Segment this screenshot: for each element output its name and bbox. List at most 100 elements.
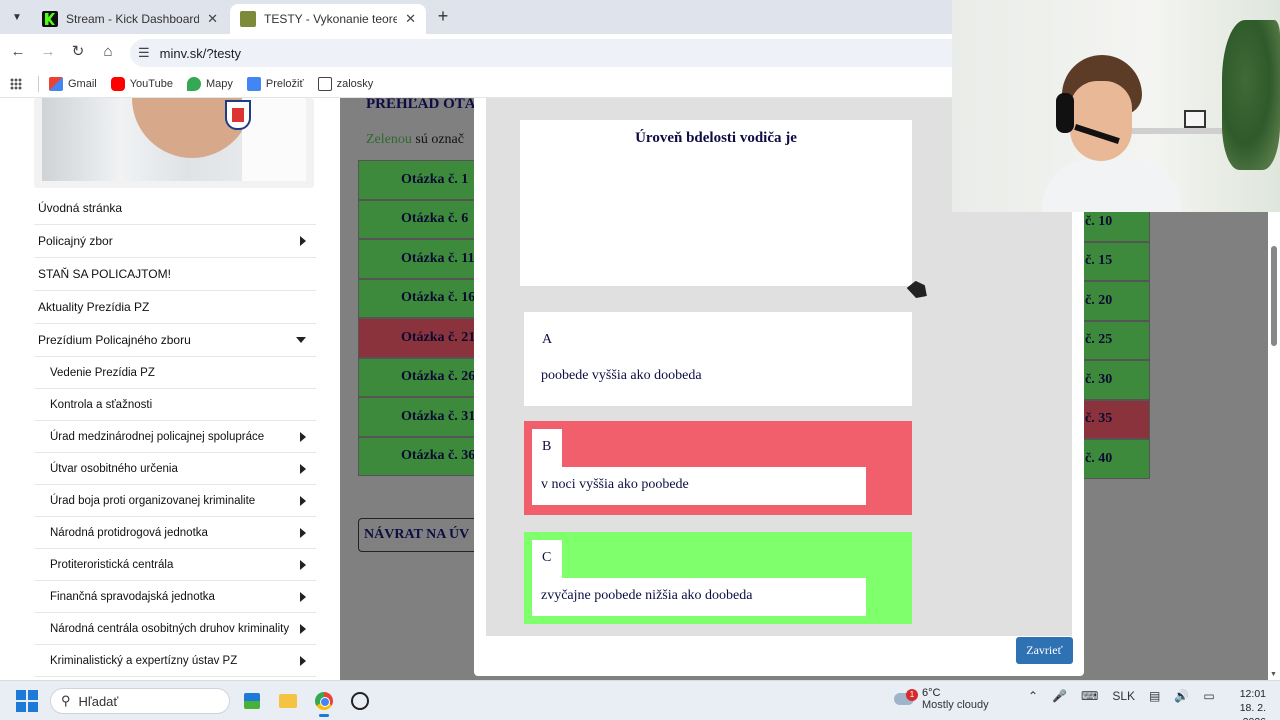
answer-option-c[interactable]: C zvyčajne poobede nižšia ako doobeda xyxy=(524,532,912,624)
chevron-up-icon[interactable]: ⌃ xyxy=(1028,689,1038,703)
answer-option-b[interactable]: B v noci vyššia ako poobede xyxy=(524,421,912,515)
sidebar-subitem[interactable]: Národná protidrogová jednotka xyxy=(34,517,316,549)
sidebar-subitem[interactable]: Kriminalistický a expertízny ústav PZ xyxy=(34,645,316,677)
answer-letter: A xyxy=(542,332,553,347)
sidebar-subitem[interactable]: Vedenie Prezídia PZ xyxy=(34,357,316,389)
caret-right-icon xyxy=(300,431,306,442)
sidebar-item[interactable]: Aktuality Prezídia PZ xyxy=(34,291,316,324)
sidebar-item-label: Úrad boja proti organizovanej kriminalit… xyxy=(50,494,256,507)
answer-text: poobede vyššia ako doobeda xyxy=(541,368,702,383)
sidebar-item-label: STAŇ SA POLICAJTOM! xyxy=(38,267,171,281)
taskbar-file-explorer[interactable] xyxy=(274,687,302,715)
tab-testy[interactable]: TESTY - Vykonanie teoretickej s ✕ xyxy=(230,4,426,34)
youtube-icon xyxy=(110,76,125,91)
gmail-icon xyxy=(49,76,63,91)
tab-kick-dashboard[interactable]: Stream - Kick Dashboard ✕ xyxy=(32,4,228,34)
question-cell[interactable]: Otázka č. 6 xyxy=(358,199,478,239)
sidebar-item[interactable]: Úvodná stránka xyxy=(34,192,316,225)
home-icon[interactable]: ⌂ xyxy=(98,42,118,62)
tab-title: TESTY - Vykonanie teoretickej s xyxy=(264,12,398,26)
tab-title: Stream - Kick Dashboard xyxy=(66,12,200,26)
bookmark-gmail[interactable]: Gmail xyxy=(49,76,97,91)
windows-taskbar: ⚲ Hľadať 1 6°C Mostly cloudy ⌃ 🎤 ⌨ SLK ▤… xyxy=(0,680,1280,720)
question-box: Úroveň bdelosti vodiča je xyxy=(520,120,912,286)
url-text: minv.sk/?testy xyxy=(159,45,242,61)
legend-green-word: Zelenou xyxy=(366,132,412,147)
question-cell[interactable]: č. 30 xyxy=(1080,360,1150,400)
network-icon[interactable]: ▤ xyxy=(1149,689,1160,703)
answer-letter: B xyxy=(532,429,562,467)
sidebar-item-label: Kriminalistický a expertízny ústav PZ xyxy=(50,654,238,667)
cloud-icon: 1 xyxy=(894,689,918,705)
sidebar-subitem[interactable]: Úrad boja proti organizovanej kriminalit… xyxy=(34,485,316,517)
sidebar-subitem[interactable]: Kontrola a sťažnosti xyxy=(34,389,316,421)
sidebar-item[interactable]: STAŇ SA POLICAJTOM! xyxy=(34,258,316,291)
site-info-icon[interactable]: ☰ xyxy=(138,45,150,61)
bookmark-youtube[interactable]: YouTube xyxy=(110,76,173,91)
bookmark-prelozit[interactable]: Preložiť xyxy=(246,76,304,91)
question-cell[interactable]: Otázka č. 36 xyxy=(358,436,478,476)
question-cell[interactable]: č. 40 xyxy=(1080,439,1150,479)
sidebar-item-label: Policajný zbor xyxy=(38,234,113,248)
bookmark-label: zalosky xyxy=(336,77,374,90)
photo-sleeve xyxy=(242,98,306,181)
forward-arrow-icon[interactable]: → xyxy=(38,42,58,62)
question-cell[interactable]: č. 25 xyxy=(1080,320,1150,360)
question-cell[interactable]: Otázka č. 21 xyxy=(358,318,478,358)
bookmark-mapy[interactable]: Mapy xyxy=(186,76,233,91)
webcam-plant xyxy=(1222,20,1280,170)
sidebar-item[interactable]: Policajný zbor xyxy=(34,225,316,258)
weather-desc: Mostly cloudy xyxy=(922,699,989,711)
tab-search-chevron-icon[interactable]: ▼ xyxy=(6,6,28,28)
sidebar-item-label: Národná centrála osobitných druhov krimi… xyxy=(50,622,290,635)
sidebar-item-label: Prezídium Policajného zboru xyxy=(38,333,191,347)
headset-icon xyxy=(1056,93,1074,133)
sidebar-item[interactable]: Prezídium Policajného zboru xyxy=(34,324,316,357)
clock[interactable]: 12:01 18. 2. 2026 xyxy=(1214,687,1266,720)
answer-option-a[interactable]: A poobede vyššia ako doobeda xyxy=(524,312,912,406)
scroll-down-icon[interactable]: ▼ xyxy=(1270,671,1277,678)
weather-widget[interactable]: 1 6°C Mostly cloudy xyxy=(894,687,989,711)
bookmark-label: Preložiť xyxy=(265,77,304,90)
question-cell[interactable]: Otázka č. 31 xyxy=(358,397,478,437)
sidebar-subitem[interactable]: Protiteroristická centrála xyxy=(34,549,316,581)
sidebar-subitem[interactable]: Národná centrála osobitných druhov krimi… xyxy=(34,613,316,645)
question-cell[interactable]: č. 15 xyxy=(1080,241,1150,281)
back-to-home-button[interactable]: NÁVRAT NA ÚV xyxy=(358,518,478,552)
question-cell[interactable]: č. 20 xyxy=(1080,281,1150,321)
caret-right-icon xyxy=(300,527,306,538)
webcam-person xyxy=(1042,55,1182,212)
microphone-icon[interactable]: 🎤 xyxy=(1052,689,1067,703)
reload-icon[interactable]: ↻ xyxy=(68,42,88,62)
new-tab-plus-icon[interactable]: + xyxy=(432,6,454,28)
bookmark-label: Gmail xyxy=(68,77,97,90)
windows-start-icon[interactable] xyxy=(16,690,38,712)
close-button[interactable]: Zavrieť xyxy=(1016,637,1073,664)
sidebar-subitem[interactable]: Úrad medzinárodnej policajnej spolupráce xyxy=(34,421,316,453)
back-arrow-icon[interactable]: ← xyxy=(8,42,28,62)
question-cell[interactable]: č. 35 xyxy=(1080,399,1150,439)
taskbar-store[interactable] xyxy=(238,687,266,715)
sidebar-item-label: Aktuality Prezídia PZ xyxy=(38,300,150,314)
sidebar-item-label: Finančná spravodajská jednotka xyxy=(50,590,215,603)
taskbar-chrome[interactable] xyxy=(310,687,338,717)
sidebar-subitem[interactable]: Finančná spravodajská jednotka xyxy=(34,581,316,613)
tab-close-icon[interactable]: ✕ xyxy=(405,11,416,27)
bookmark-zalosky[interactable]: zalosky xyxy=(317,76,374,91)
keyboard-icon[interactable]: ⌨ xyxy=(1081,689,1098,703)
question-cell[interactable]: Otázka č. 16 xyxy=(358,278,478,318)
question-cell[interactable]: Otázka č. 11 xyxy=(358,239,478,279)
search-icon: ⚲ xyxy=(61,693,71,708)
question-cell[interactable]: Otázka č. 26 xyxy=(358,357,478,397)
language-indicator[interactable]: SLK xyxy=(1112,689,1135,703)
legend-text: Zelenou sú označ xyxy=(366,132,464,148)
tab-close-icon[interactable]: ✕ xyxy=(207,11,218,27)
battery-icon[interactable]: ▭ xyxy=(1203,689,1214,703)
taskbar-obs[interactable] xyxy=(346,687,374,715)
question-cell[interactable]: Otázka č. 1 xyxy=(358,160,478,200)
scrollbar-thumb[interactable] xyxy=(1271,246,1277,346)
apps-grid-icon[interactable] xyxy=(10,77,22,90)
volume-icon[interactable]: 🔊 xyxy=(1174,689,1189,703)
taskbar-search[interactable]: ⚲ Hľadať xyxy=(50,688,230,714)
sidebar-subitem[interactable]: Útvar osobitného určenia xyxy=(34,453,316,485)
